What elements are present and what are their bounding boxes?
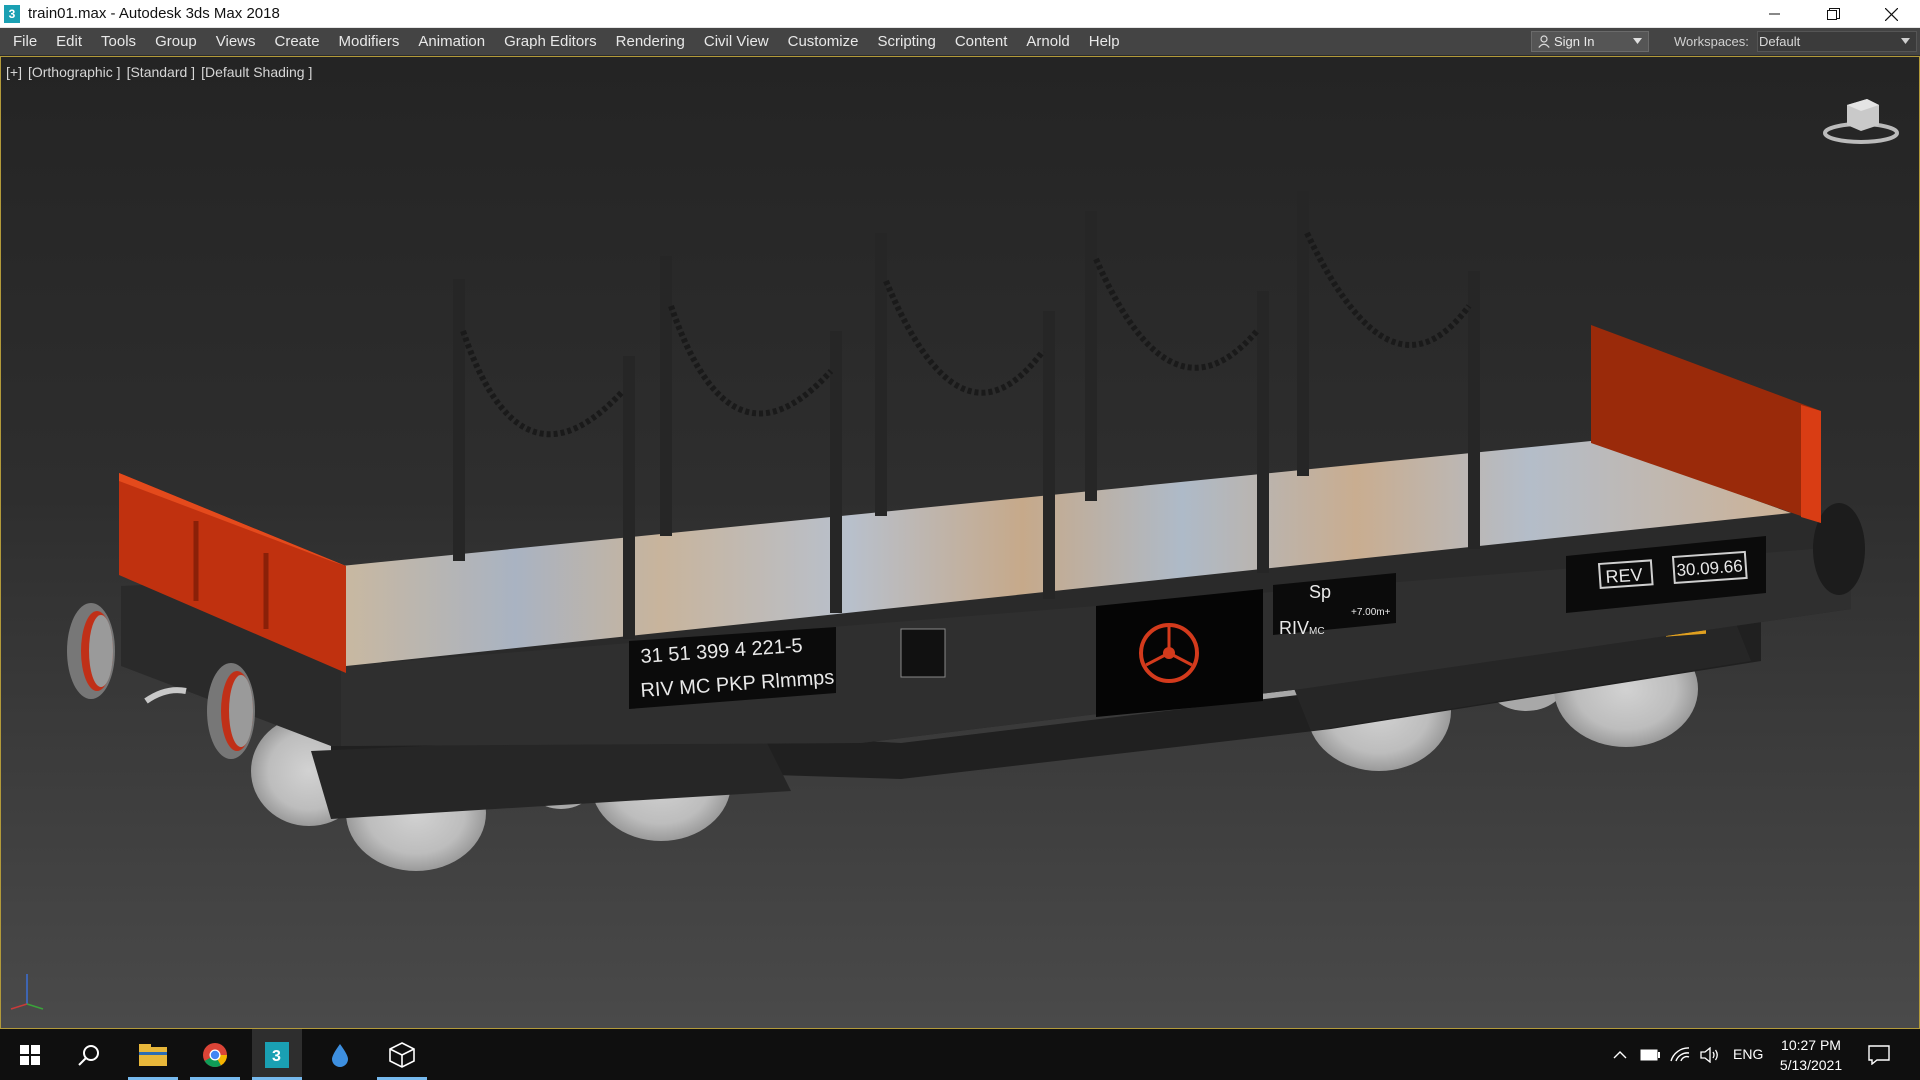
volume-icon (1700, 1046, 1718, 1063)
chrome-icon (203, 1042, 227, 1067)
workspaces-select[interactable]: Default (1757, 31, 1917, 52)
wifi-icon (1670, 1046, 1690, 1061)
file-explorer-icon (139, 1043, 167, 1066)
menu-views[interactable]: Views (207, 28, 266, 56)
clock-date: 5/13/2021 (1779, 1057, 1843, 1073)
chevron-down-icon (1901, 38, 1910, 44)
restore-button[interactable] (1804, 0, 1862, 28)
taskbar-3dsmax[interactable]: 3 (252, 1029, 302, 1080)
close-icon (1884, 7, 1898, 21)
restore-icon (1826, 7, 1840, 20)
minimize-icon (1769, 13, 1780, 15)
tray-overflow[interactable] (1610, 1029, 1630, 1080)
menu-civil-view[interactable]: Civil View (695, 28, 779, 56)
taskbar: 3 ENG 10:27 PM 5/13/2021 (0, 1029, 1920, 1080)
start-button[interactable] (5, 1029, 55, 1080)
menu-group[interactable]: Group (146, 28, 207, 56)
tray-wifi[interactable] (1668, 1029, 1692, 1080)
menu-content[interactable]: Content (946, 28, 1018, 56)
window-controls (1746, 0, 1920, 28)
menu-rendering[interactable]: Rendering (607, 28, 695, 56)
menu-bar: File Edit Tools Group Views Create Modifiers An… (0, 28, 1920, 56)
chevron-down-icon (1633, 38, 1642, 44)
water-drop-icon (332, 1043, 348, 1067)
perspective-viewport[interactable]: [+] [Orthographic ] [Standard ] [Default Sh… (0, 56, 1920, 1029)
menu-scripting[interactable]: Scripting (868, 28, 945, 56)
title-bar: 3 train01.max - Autodesk 3ds Max 2018 (0, 0, 1920, 28)
battery-icon (1640, 1049, 1660, 1060)
train-flatcar-model[interactable]: 31 51 399 4 221-5 RIV MC PKP Rlmmps Sp R… (1, 57, 1920, 1029)
clock[interactable]: 10:27 PM 5/13/2021 (1776, 1035, 1846, 1075)
chains (460, 231, 1472, 438)
action-center[interactable] (1864, 1029, 1894, 1080)
menu-items: File Edit Tools Group Views Create Modifiers An… (4, 28, 1130, 56)
menu-create[interactable]: Create (266, 28, 330, 56)
menu-tools[interactable]: Tools (92, 28, 146, 56)
app-3dsmax-icon[interactable]: 3 (4, 4, 20, 23)
menu-edit[interactable]: Edit (47, 28, 92, 56)
tray-battery[interactable] (1638, 1029, 1662, 1080)
taskbar-chrome[interactable] (190, 1029, 240, 1080)
mc-text: MC (1309, 626, 1325, 637)
3dsmax-glyph: 3 (272, 1048, 281, 1065)
sign-in-dropdown[interactable]: Sign In (1531, 31, 1649, 52)
person-icon (1538, 35, 1550, 48)
menu-help[interactable]: Help (1080, 28, 1130, 56)
tray-volume[interactable] (1698, 1029, 1722, 1080)
menu-arnold[interactable]: Arnold (1017, 28, 1079, 56)
taskbar-app-drop[interactable] (315, 1029, 365, 1080)
notification-icon (1868, 1044, 1890, 1065)
menu-modifiers[interactable]: Modifiers (330, 28, 410, 56)
taskbar-app-cube[interactable] (377, 1029, 427, 1080)
search-button[interactable] (64, 1029, 114, 1080)
sign-in-label: Sign In (1554, 34, 1595, 49)
search-icon (78, 1044, 99, 1066)
3dsmax-icon: 3 (265, 1041, 289, 1068)
menu-graph-editors[interactable]: Graph Editors (495, 28, 607, 56)
close-button[interactable] (1862, 0, 1920, 28)
menu-file[interactable]: File (4, 28, 47, 56)
chevron-up-icon (1613, 1050, 1627, 1058)
input-language[interactable]: ENG (1733, 1029, 1763, 1080)
axis-tripod-icon (10, 974, 44, 1010)
menu-animation[interactable]: Animation (409, 28, 495, 56)
cube-outline-icon (389, 1041, 415, 1068)
window-title: train01.max - Autodesk 3ds Max 2018 (28, 5, 280, 22)
rev-text: REV (1605, 564, 1643, 587)
height-text: +7.00m+ (1351, 607, 1391, 618)
clock-time: 10:27 PM (1781, 1037, 1841, 1053)
menu-customize[interactable]: Customize (779, 28, 869, 56)
sp-text: Sp (1309, 582, 1331, 602)
taskbar-file-explorer[interactable] (128, 1029, 178, 1080)
workspaces-label: Workspaces: (1674, 34, 1749, 49)
viewcube-icon[interactable] (1821, 93, 1901, 148)
minimize-button[interactable] (1746, 0, 1804, 28)
workspace-value: Default (1759, 34, 1801, 49)
windows-start-icon (20, 1044, 40, 1065)
riv-text: RIV (1279, 618, 1309, 638)
